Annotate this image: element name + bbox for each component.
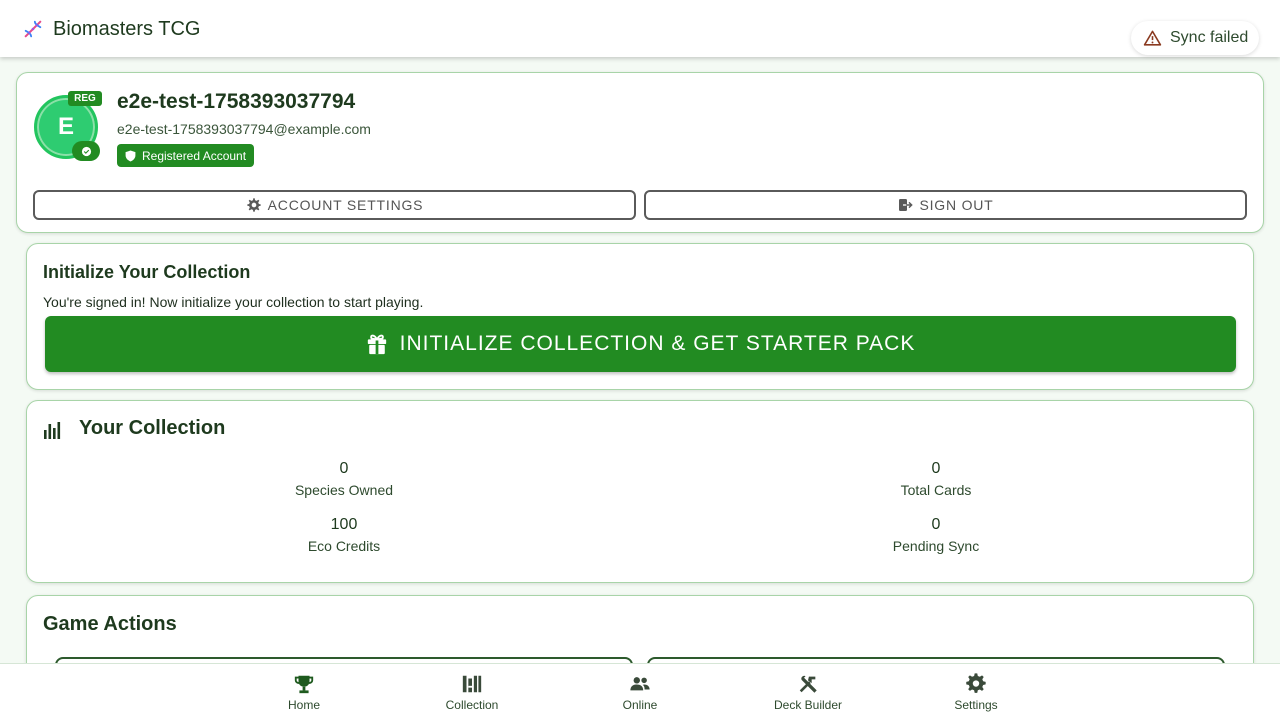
logout-icon <box>899 199 914 211</box>
nav-settings-label: Settings <box>954 698 998 712</box>
account-type-chip: Registered Account <box>117 144 255 167</box>
sign-out-label: SIGN OUT <box>919 197 994 213</box>
bar-chart-icon <box>44 422 61 439</box>
account-settings-label: ACCOUNT SETTINGS <box>267 197 424 213</box>
nav-deck-builder-label: Deck Builder <box>773 698 843 712</box>
username: e2e-test-1758393037794 <box>117 90 356 113</box>
initialize-collection-label: INITIALIZE COLLECTION & GET STARTER PACK <box>399 332 916 355</box>
stat-value: 0 <box>339 460 349 477</box>
sync-status-chip[interactable]: Sync failed <box>1131 21 1259 55</box>
bottom-navigation: Home Collection Online Deck Builder Sett… <box>0 663 1280 720</box>
stat-label: Pending Sync <box>892 538 980 554</box>
nav-online[interactable]: Online <box>580 664 700 720</box>
app-title: Biomasters TCG <box>53 18 201 40</box>
nav-collection[interactable]: Collection <box>412 664 532 720</box>
gear-icon <box>966 673 986 693</box>
gear-icon <box>246 198 261 212</box>
profile-card: E REG e2e-test-1758393037794 e2e-test-17… <box>16 72 1264 233</box>
nav-home-label: Home <box>287 698 320 712</box>
game-actions-title: Game Actions <box>43 613 177 635</box>
stat-value: 100 <box>330 516 358 533</box>
tools-icon <box>799 675 817 693</box>
shield-icon <box>125 150 136 161</box>
library-icon <box>462 675 482 693</box>
sign-out-button[interactable]: SIGN OUT <box>644 190 1247 220</box>
init-description: You're signed in! Now initialize your co… <box>43 294 424 310</box>
nav-home[interactable]: Home <box>244 664 364 720</box>
people-icon <box>630 677 650 691</box>
initialize-collection-button[interactable]: INITIALIZE COLLECTION & GET STARTER PACK <box>45 316 1236 372</box>
warning-icon <box>1143 30 1162 46</box>
stat-value: 0 <box>931 460 941 477</box>
user-email: e2e-test-1758393037794@example.com <box>117 121 371 137</box>
reg-badge: REG <box>68 91 102 106</box>
nav-collection-label: Collection <box>445 698 499 712</box>
collection-stats-card: Your Collection 0 Species Owned 0 Total … <box>26 400 1254 583</box>
stat-species-owned: 0 Species Owned <box>194 460 494 498</box>
collection-title: Your Collection <box>79 417 226 439</box>
stat-total-cards: 0 Total Cards <box>786 460 1086 498</box>
stat-value: 0 <box>931 516 941 533</box>
account-settings-button[interactable]: ACCOUNT SETTINGS <box>33 190 636 220</box>
stat-eco-credits: 100 Eco Credits <box>194 516 494 554</box>
init-title: Initialize Your Collection <box>43 262 251 282</box>
sync-status-text: Sync failed <box>1170 29 1249 46</box>
trophy-icon <box>294 675 314 694</box>
stat-label: Eco Credits <box>307 538 381 554</box>
stat-label: Total Cards <box>900 482 972 498</box>
nav-deck-builder[interactable]: Deck Builder <box>748 664 868 720</box>
app-bar: Biomasters TCG Sync failed <box>0 0 1280 57</box>
stat-label: Species Owned <box>294 482 394 498</box>
verified-badge <box>72 141 100 161</box>
check-circle-icon <box>81 146 91 156</box>
initialize-collection-card: Initialize Your Collection You're signed… <box>26 243 1254 390</box>
nav-settings[interactable]: Settings <box>916 664 1036 720</box>
account-type-label: Registered Account <box>142 148 247 163</box>
gift-icon <box>367 334 386 355</box>
nav-online-label: Online <box>622 698 658 712</box>
dna-icon <box>24 20 42 38</box>
stat-pending-sync: 0 Pending Sync <box>786 516 1086 554</box>
